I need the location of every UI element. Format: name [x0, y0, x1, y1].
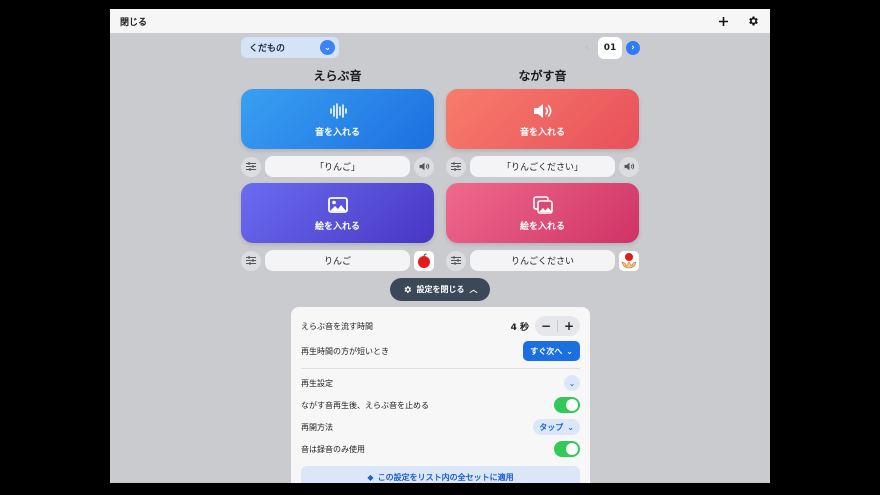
setting-label: 再生時間の方が短いとき [301, 346, 389, 356]
chevron-down-icon[interactable]: ⌄ [564, 375, 580, 391]
play-add-image-button[interactable]: 絵を入れる [446, 183, 639, 243]
play-add-image-label: 絵を入れる [519, 221, 565, 232]
letterbox-top [0, 0, 880, 9]
play-add-sound-button[interactable]: 音を入れる [446, 89, 639, 149]
select-image-row: りんご [241, 250, 434, 271]
speaker-icon[interactable] [619, 156, 639, 177]
divider [301, 368, 580, 369]
pager: ‹ 01 › [580, 37, 640, 59]
gear-icon[interactable] [746, 14, 760, 28]
recording-only-toggle[interactable] [554, 441, 580, 457]
play-sound-text-field[interactable]: 「りんごください」 [470, 156, 615, 177]
decrement-button[interactable]: − [535, 316, 557, 336]
select-sound-text-field[interactable]: 「りんご」 [265, 156, 410, 177]
increment-button[interactable]: + [558, 316, 580, 336]
chevron-down-icon: ⌄ [320, 40, 335, 55]
chevron-down-icon: ⌄ [566, 346, 573, 356]
setting-select-sound-duration: えらぶ音を流す時間 4 秒 − + [301, 315, 580, 337]
setting-resume-method: 再開方法 タップ ⌄ [301, 416, 580, 438]
hands-apple-thumbnail[interactable] [619, 250, 639, 271]
play-add-sound-label: 音を入れる [519, 127, 565, 138]
close-settings-button[interactable]: 設定を閉じる ︿ [390, 278, 490, 301]
play-sound-title: ながす音 [518, 69, 567, 83]
duration-stepper: 4 秒 − + [511, 316, 580, 336]
sliders-icon[interactable] [446, 156, 466, 177]
sliders-icon[interactable] [241, 250, 261, 271]
setting-label: 再生設定 [301, 378, 333, 388]
image-icon [327, 195, 348, 215]
select-image-text-field[interactable]: りんご [265, 250, 410, 271]
play-sound-row: 「りんごください」 [446, 156, 639, 177]
close-button[interactable]: 閉じる [120, 15, 147, 28]
short-playback-value: すぐ次へ [530, 346, 563, 356]
resume-method-select[interactable]: タップ ⌄ [533, 419, 580, 435]
setting-label: ながす音再生後、えらぶ音を止める [301, 400, 429, 410]
setting-label: えらぶ音を流す時間 [301, 321, 373, 331]
select-sound-title: えらぶ音 [313, 69, 362, 83]
setting-playback-settings: 再生設定 ⌄ [301, 372, 580, 394]
apply-all-label: この設定をリスト内の全セットに適用 [377, 472, 514, 482]
select-add-sound-label: 音を入れる [314, 127, 360, 138]
setting-stop-after-play: ながす音再生後、えらぶ音を止める [301, 394, 580, 416]
select-add-sound-button[interactable]: 音を入れる [241, 89, 434, 149]
previous-page-button[interactable]: ‹ [580, 41, 594, 55]
images-icon [532, 195, 553, 215]
page-number: 01 [598, 37, 622, 59]
speaker-icon[interactable] [414, 156, 434, 177]
chevron-down-icon: ⌄ [567, 422, 574, 432]
select-add-image-button[interactable]: 絵を入れる [241, 183, 434, 243]
next-page-button[interactable]: › [626, 41, 640, 55]
apply-all-button[interactable]: ◆ この設定をリスト内の全セットに適用 [301, 466, 580, 483]
setting-short-playback: 再生時間の方が短いとき すぐ次へ ⌄ [301, 337, 580, 365]
letterbox-bottom [0, 483, 880, 495]
resume-method-value: タップ [539, 422, 564, 432]
setting-recording-only: 音は録音のみ使用 [301, 438, 580, 460]
plus-icon[interactable] [716, 14, 730, 28]
category-select[interactable]: くだもの ⌄ [241, 37, 339, 58]
stop-after-play-toggle[interactable] [554, 397, 580, 413]
chevron-up-icon: ︿ [469, 285, 478, 294]
setting-label: 音は録音のみ使用 [301, 444, 365, 454]
sliders-icon[interactable] [446, 250, 466, 271]
play-image-row: りんごください [446, 250, 639, 271]
waveform-icon [329, 101, 347, 121]
duration-value: 4 秒 [510, 322, 529, 333]
close-settings-label: 設定を閉じる [416, 285, 465, 294]
category-label: くだもの [249, 44, 286, 54]
select-add-image-label: 絵を入れる [314, 221, 360, 232]
apply-icon: ◆ [367, 472, 374, 482]
gear-icon [404, 286, 411, 293]
app-window: 閉じる くだもの ⌄ ‹ 01 › えらぶ音 ながす音 音を入れる 音を入れる [110, 9, 770, 483]
setting-label: 再開方法 [301, 422, 333, 432]
apple-image-thumbnail[interactable] [414, 250, 434, 271]
short-playback-select[interactable]: すぐ次へ ⌄ [523, 341, 580, 361]
speaker-icon [533, 101, 553, 121]
top-bar: 閉じる [110, 9, 770, 33]
select-sound-row: 「りんご」 [241, 156, 434, 177]
play-image-text-field[interactable]: りんごください [470, 250, 615, 271]
sliders-icon[interactable] [241, 156, 261, 177]
settings-panel: えらぶ音を流す時間 4 秒 − + 再生時間の方が短いとき すぐ次へ ⌄ 再生設… [291, 307, 590, 483]
